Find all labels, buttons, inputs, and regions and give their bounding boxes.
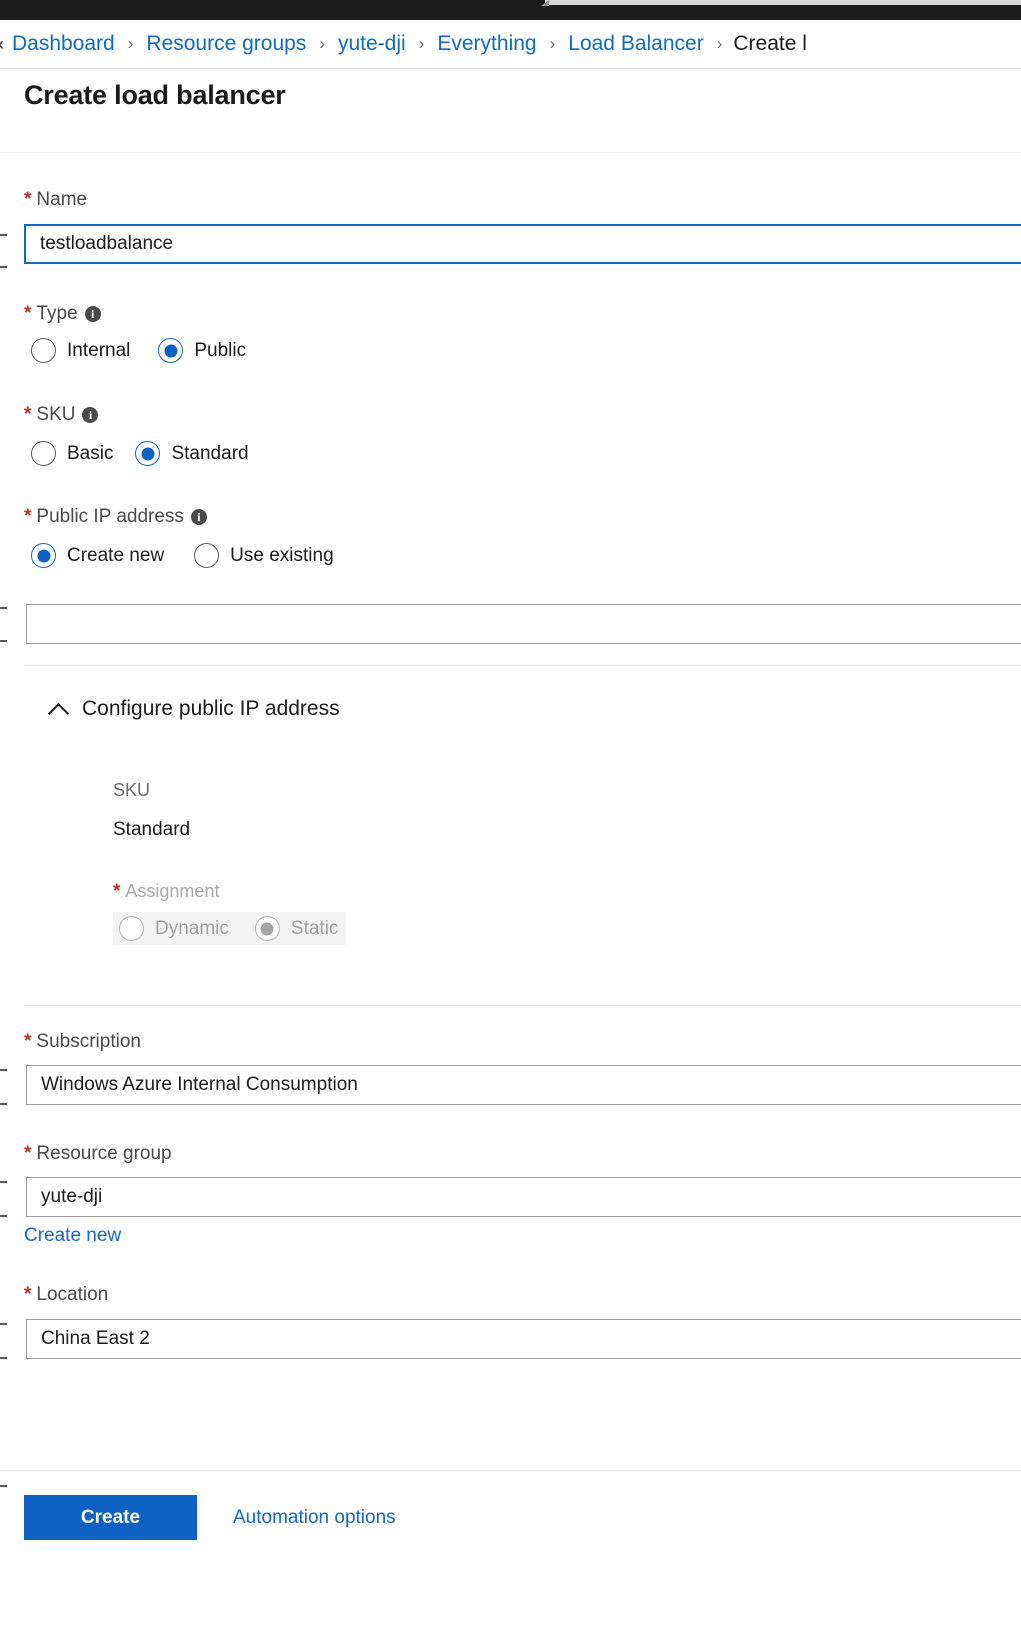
required-marker: *: [24, 1031, 32, 1052]
radio-circle-icon: [31, 338, 56, 363]
configure-public-ip-section-header[interactable]: Configure public IP address: [48, 697, 340, 721]
radio-circle-icon: [119, 916, 144, 941]
public-ip-label: * Public IP address i: [24, 507, 207, 526]
location-select[interactable]: [26, 1319, 1021, 1359]
breadcrumb-item-dashboard[interactable]: Dashboard: [10, 32, 117, 56]
location-field-group: * Location: [24, 1285, 108, 1304]
configure-sku-value: Standard: [113, 819, 191, 840]
radio-label: Internal: [67, 339, 131, 361]
input-left-edge-tick: [0, 607, 7, 609]
info-icon[interactable]: i: [84, 306, 101, 322]
required-marker: *: [24, 1143, 32, 1164]
required-marker: *: [24, 404, 32, 425]
input-left-edge-tick: [0, 1069, 7, 1071]
double-chevron-left-icon[interactable]: «: [0, 34, 8, 55]
radio-label: Public: [194, 339, 247, 361]
portal-top-bar: [0, 0, 1021, 20]
resource-group-label: * Resource group: [24, 1143, 172, 1164]
public-ip-field-group: * Public IP address i: [24, 507, 207, 526]
radio-circle-icon: [194, 543, 220, 568]
radio-assignment-dynamic: Dynamic: [119, 916, 229, 941]
breadcrumb-separator-icon: ›: [549, 34, 556, 53]
location-label: * Location: [24, 1284, 109, 1305]
page-title: Create load balancer: [24, 80, 286, 110]
required-marker: *: [24, 303, 32, 324]
required-marker: *: [24, 189, 32, 210]
section-divider: [24, 1005, 1021, 1006]
sku-field-group: * SKU i: [24, 404, 99, 425]
create-new-resource-group-link[interactable]: Create new: [24, 1225, 121, 1247]
input-left-edge-tick: [0, 266, 7, 268]
public-ip-radio-group: Create new Use existing: [31, 543, 334, 568]
breadcrumb-separator-icon: ›: [418, 34, 425, 53]
radio-label: Basic: [67, 442, 114, 464]
resource-group-select[interactable]: [26, 1177, 1021, 1217]
name-label: * Name: [24, 189, 88, 210]
radio-circle-selected-icon: [31, 543, 56, 568]
radio-assignment-static: Static: [254, 916, 339, 941]
radio-circle-selected-icon: [254, 916, 280, 941]
radio-label: Use existing: [230, 544, 334, 566]
input-left-edge-tick: [0, 1323, 7, 1325]
sku-label: * SKU i: [24, 404, 99, 425]
radio-label: Dynamic: [155, 917, 229, 939]
breadcrumb-separator-icon: ›: [127, 34, 134, 53]
radio-label: Standard: [171, 442, 249, 464]
name-input[interactable]: [24, 224, 1021, 264]
breadcrumb-item-everything[interactable]: Everything: [435, 32, 538, 56]
sku-radio-group: Basic Standard: [31, 441, 249, 466]
radio-circle-selected-icon: [135, 441, 161, 466]
create-button[interactable]: Create: [24, 1495, 197, 1540]
radio-label: Create new: [67, 544, 165, 566]
breadcrumb-separator-icon: ›: [716, 34, 723, 53]
breadcrumb-item-load-balancer[interactable]: Load Balancer: [566, 32, 705, 56]
required-marker: *: [113, 881, 121, 902]
radio-type-public[interactable]: Public: [158, 338, 246, 363]
info-icon[interactable]: i: [190, 509, 207, 525]
radio-type-internal[interactable]: Internal: [31, 338, 130, 363]
input-left-edge-tick: [0, 234, 7, 236]
required-marker: *: [24, 1284, 32, 1305]
input-left-edge-tick: [0, 1181, 7, 1183]
breadcrumb: « Dashboard › Resource groups › yute-dji…: [0, 20, 1021, 69]
required-marker: *: [24, 506, 32, 527]
breadcrumb-item-current: Create l: [733, 32, 807, 55]
type-radio-group: Internal Public: [31, 338, 246, 363]
input-left-edge-tick: [0, 1485, 7, 1487]
automation-options-link[interactable]: Automation options: [233, 1495, 396, 1540]
type-label: * Type i: [24, 304, 101, 323]
radio-public-ip-use-existing[interactable]: Use existing: [194, 543, 334, 568]
radio-public-ip-create-new[interactable]: Create new: [31, 543, 164, 568]
input-left-edge-tick: [0, 1215, 7, 1217]
configure-sku-label: SKU: [113, 780, 151, 800]
configure-public-ip-title: Configure public IP address: [82, 697, 340, 720]
info-icon[interactable]: i: [82, 407, 99, 423]
section-divider: [24, 665, 1021, 666]
resource-group-field-group: * Resource group: [24, 1144, 172, 1163]
breadcrumb-separator-icon: ›: [319, 34, 325, 53]
title-divider: [0, 152, 1021, 153]
radio-circle-selected-icon: [158, 338, 184, 363]
public-ip-name-input[interactable]: [26, 604, 1021, 644]
name-field-group: * Name: [24, 190, 87, 209]
assignment-label: * Assignment: [113, 881, 220, 902]
breadcrumb-item-yute-dji[interactable]: yute-dji: [336, 32, 408, 56]
top-bar-notch: [545, 0, 1021, 5]
radio-sku-standard[interactable]: Standard: [135, 441, 249, 466]
input-left-edge-tick: [0, 1103, 7, 1105]
radio-label: Static: [290, 917, 339, 939]
assignment-radio-group: Dynamic Static: [113, 912, 347, 945]
subscription-label: * Subscription: [24, 1031, 141, 1052]
footer-divider: [0, 1470, 1021, 1471]
radio-circle-icon: [31, 441, 56, 466]
input-left-edge-tick: [0, 640, 7, 642]
radio-sku-basic[interactable]: Basic: [31, 441, 113, 466]
type-field-group: * Type i: [24, 304, 101, 323]
input-left-edge-tick: [0, 1357, 7, 1359]
breadcrumb-item-resource-groups[interactable]: Resource groups: [144, 32, 308, 56]
subscription-field-group: * Subscription: [24, 1032, 141, 1051]
subscription-select[interactable]: [26, 1065, 1021, 1105]
chevron-up-icon: [48, 698, 70, 720]
